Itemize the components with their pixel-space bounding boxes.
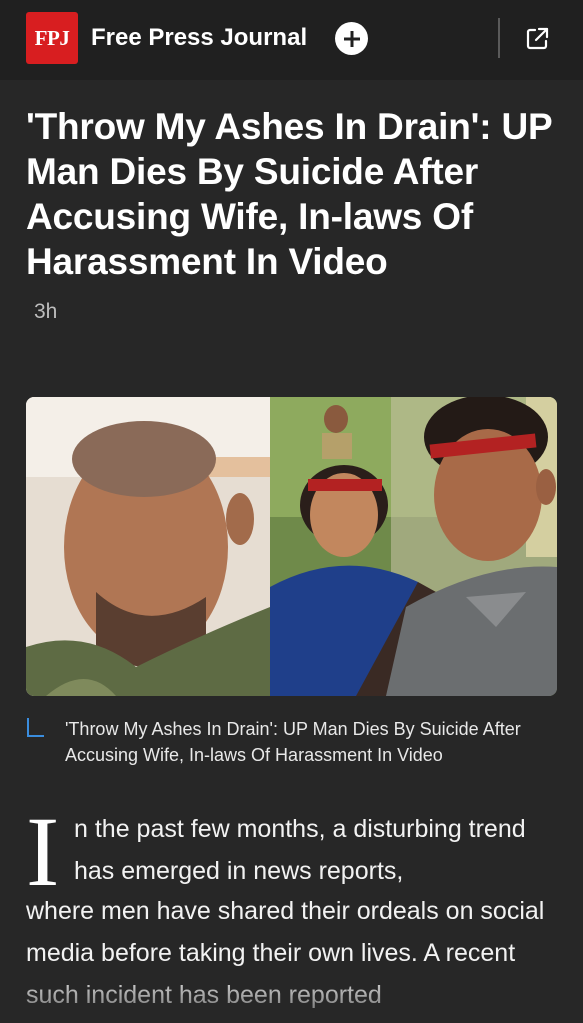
app-header: FPJ Free Press Journal — [0, 0, 583, 80]
logo-text: FPJ — [34, 25, 70, 50]
follow-button[interactable] — [335, 22, 368, 55]
header-divider — [498, 18, 500, 58]
content-fade-overlay — [0, 968, 583, 1023]
open-external-icon — [526, 27, 549, 50]
drop-cap: I — [26, 796, 60, 907]
publisher-logo[interactable]: FPJ — [26, 12, 78, 64]
article-age: 3h — [34, 300, 58, 323]
article-image[interactable] — [26, 397, 557, 696]
article-photo-illustration — [26, 397, 557, 696]
article-body-lead: n the past few months, a disturbing tren… — [74, 815, 526, 885]
plus-icon — [343, 30, 360, 47]
image-caption: 'Throw My Ashes In Drain': UP Man Dies B… — [65, 719, 521, 765]
open-external-button[interactable] — [524, 26, 550, 52]
caption-marker-icon — [27, 718, 44, 737]
article-title: 'Throw My Ashes In Drain': UP Man Dies B… — [26, 106, 552, 282]
publisher-name[interactable]: Free Press Journal — [91, 24, 307, 52]
